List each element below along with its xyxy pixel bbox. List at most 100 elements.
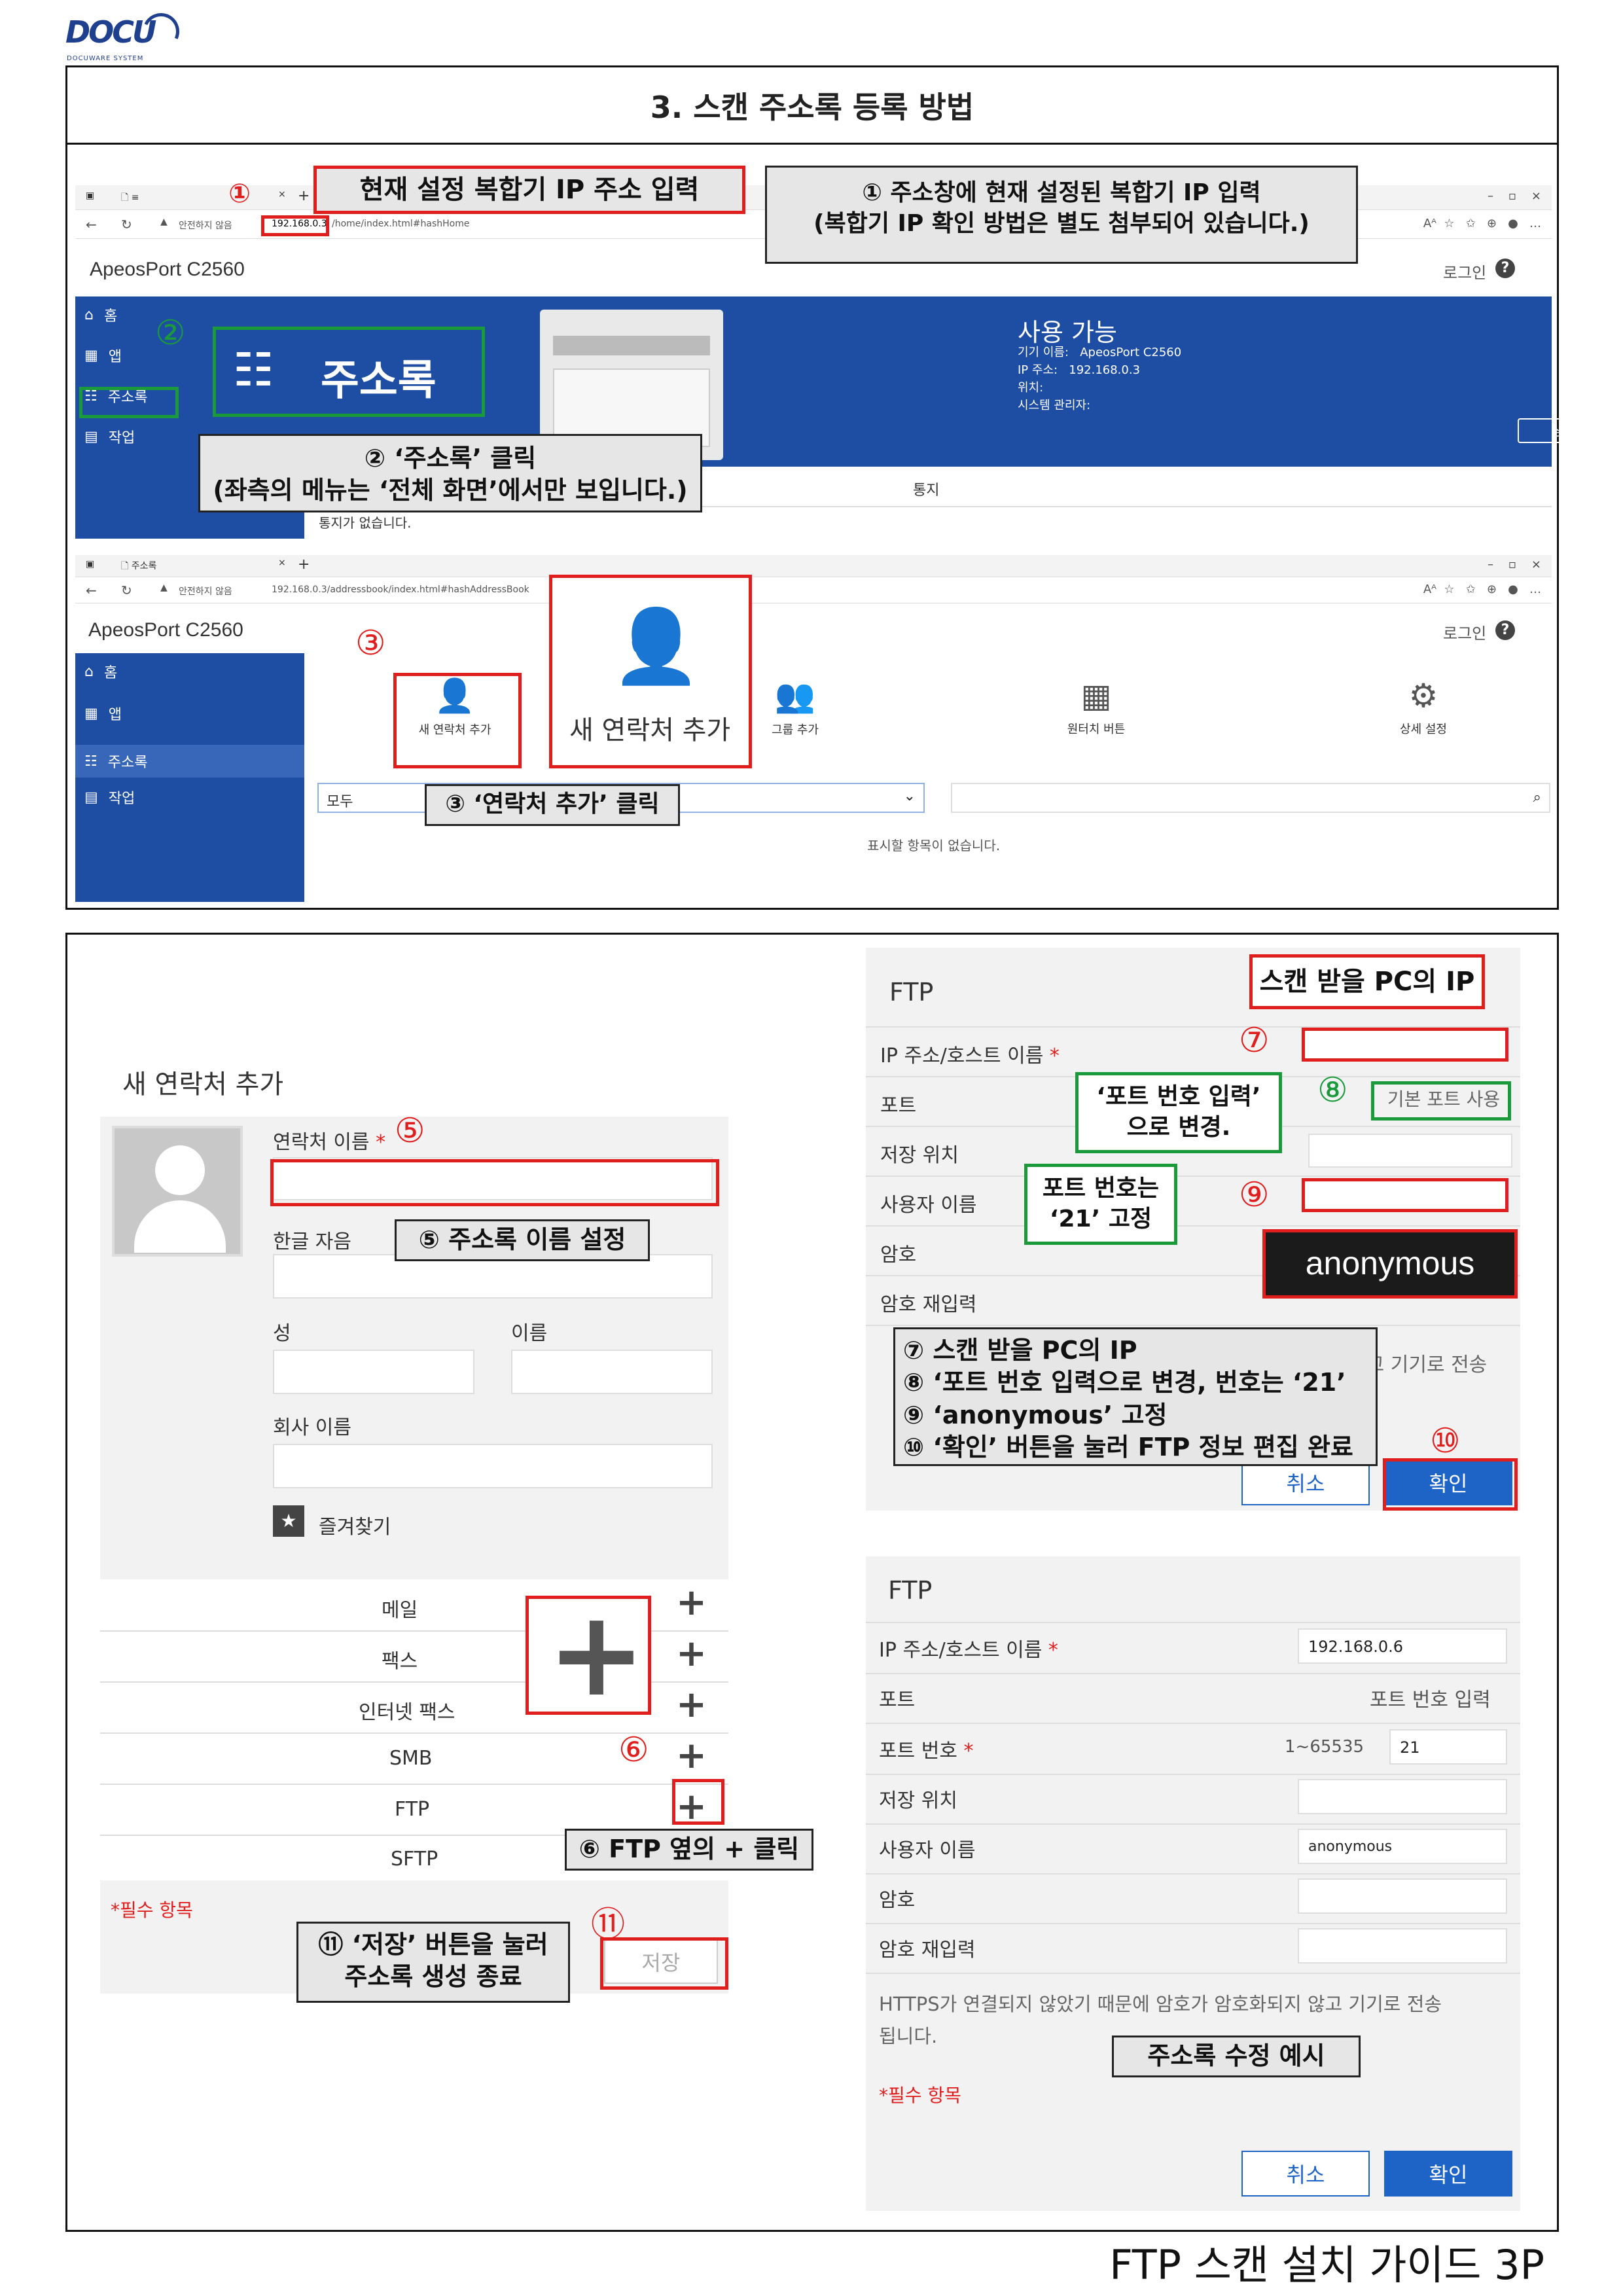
company-input[interactable]	[273, 1444, 713, 1488]
example-port-input[interactable]: 21	[1389, 1729, 1507, 1765]
app-title-2: ApeosPort C2560	[88, 619, 243, 641]
login-link-2[interactable]: 로그인	[1443, 620, 1486, 643]
ftp-port-label: 포트	[880, 1094, 917, 1117]
tab-close-icon[interactable]: ×	[278, 189, 286, 200]
annotation-confirm-highlight	[1383, 1458, 1518, 1511]
first-name-label: 이름	[511, 1322, 548, 1345]
docu-logo: DOCU DOCUWARE SYSTEM	[65, 8, 185, 64]
first-name-input[interactable]	[511, 1350, 713, 1394]
avatar	[112, 1126, 243, 1257]
favorite-toggle[interactable]: ★	[273, 1505, 304, 1537]
annotation-number-6: ⑥	[618, 1731, 649, 1770]
sidebar-item-jobs[interactable]: ▤ 작업	[84, 426, 135, 447]
example-location-input[interactable]	[1298, 1779, 1507, 1814]
example-port-mode[interactable]: 포트 번호 입력	[1370, 1683, 1491, 1712]
toolbar-group-add[interactable]: 👥 그룹 추가	[756, 677, 834, 738]
notice-empty: 통지가 없습니다.	[319, 515, 412, 531]
sidebar-item-home-2[interactable]: ⌂ 홈	[84, 661, 117, 682]
annotation-new-contact-zoom: 👤 새 연락처 추가	[549, 575, 752, 768]
example-password-label: 암호	[879, 1889, 916, 1912]
ftp-location-label: 저장 위치	[880, 1144, 959, 1167]
last-name-input[interactable]	[273, 1350, 474, 1394]
annotation-name-highlight	[270, 1159, 719, 1206]
example-port-label: 포트	[879, 1689, 916, 1712]
annotation-ftp-plus-highlight	[672, 1779, 724, 1825]
app-title: ApeosPort C2560	[90, 259, 245, 280]
address-path[interactable]: /home/index.html#hashHome	[332, 219, 469, 229]
annotation-note-9: 포트 번호는 ‘21’ 고정	[1024, 1164, 1177, 1245]
ftp-password-label: 암호	[880, 1244, 917, 1266]
annotation-scan-ip: 스캔 받을 PC의 IP	[1249, 954, 1485, 1009]
annotation-number-5: ⑤	[395, 1111, 425, 1151]
back-icon[interactable]: ←	[86, 217, 97, 232]
warning-icon-2: ▲	[160, 583, 168, 593]
jobs-icon: ▤	[84, 428, 98, 445]
example-user-input[interactable]: anonymous	[1298, 1829, 1507, 1864]
sidebar-item-addressbook-2[interactable]: ☷ 주소록	[75, 745, 304, 778]
annotation-default-port-highlight	[1371, 1081, 1511, 1121]
example-password-confirm-input[interactable]	[1298, 1928, 1507, 1964]
add-smb-icon[interactable]: +	[676, 1738, 707, 1774]
sidebar-item-home[interactable]: ⌂ 홈	[84, 304, 117, 325]
toolbar-detail-settings[interactable]: ⚙ 상세 설정	[1371, 677, 1476, 737]
tab-doc-icon: 🗋 ≡	[121, 192, 139, 203]
sidebar-item-apps[interactable]: ▦ 앱	[84, 345, 122, 366]
tab-label[interactable]: 🗋 주소록	[121, 559, 156, 575]
group-icon: 👥	[774, 677, 816, 715]
search-input[interactable]: ⌕	[951, 783, 1550, 813]
ftp-location-input[interactable]	[1308, 1134, 1512, 1168]
annotation-sidebar-highlight	[79, 387, 179, 418]
login-link[interactable]: 로그인	[1443, 260, 1486, 283]
ftp-cancel-button[interactable]: 취소	[1241, 1460, 1370, 1505]
browser-toolbar-icons[interactable]: Aᴬ ☆ ✩ ⊕ ● …	[1423, 217, 1541, 230]
annotation-number-1: ①	[228, 179, 251, 209]
annotation-number-7: ⑦	[1239, 1021, 1270, 1060]
example-ip-label: IP 주소/호스트 이름 *	[879, 1639, 1058, 1662]
bottom-sidebar: ⌂ 홈 ▦ 앱 ☷ 주소록 ▤ 작업	[75, 653, 304, 902]
status-details: 기기 이름: ApeosPort C2560 IP 주소: 192.168.0.…	[1018, 346, 1182, 412]
annotation-plus-zoom: +	[526, 1586, 651, 1723]
window-controls-2[interactable]: – ▫ ×	[1488, 558, 1541, 571]
apps-icon: ▦	[84, 347, 98, 364]
example-password-confirm-label: 암호 재입력	[879, 1939, 976, 1962]
hangul-label: 한글 자음	[273, 1230, 351, 1253]
logo-text: DOCU	[65, 14, 156, 50]
favorite-label: 즐겨찾기	[319, 1516, 391, 1539]
sidebar-item-jobs-2[interactable]: ▤ 작업	[84, 787, 135, 808]
example-port-number-label: 포트 번호 *	[879, 1740, 974, 1763]
annotation-ip-highlight	[261, 215, 329, 236]
example-ip-input[interactable]: 192.168.0.6	[1298, 1628, 1507, 1664]
window-controls[interactable]: – ▫ ×	[1488, 189, 1541, 203]
add-internet-fax-icon[interactable]: +	[676, 1687, 707, 1723]
ftp-ip-label: IP 주소/호스트 이름 *	[880, 1045, 1060, 1067]
required-note: *필수 항목	[111, 1899, 193, 1921]
sidebar-item-apps-2[interactable]: ▦ 앱	[84, 703, 122, 724]
status-title: 사용 가능	[1018, 318, 1117, 347]
address-url[interactable]: 192.168.0.3/addressbook/index.html#hashA…	[272, 584, 529, 595]
new-tab-icon[interactable]: +	[298, 188, 310, 204]
example-cancel-button[interactable]: 취소	[1241, 2151, 1370, 2197]
tab-close-icon-2[interactable]: ×	[278, 558, 286, 568]
ftp-user-label: 사용자 이름	[880, 1194, 977, 1217]
annotation-addressbook-zoom: ☷ 주소록	[213, 327, 485, 417]
detail-button[interactable]: 상세	[1518, 418, 1609, 443]
add-fax-icon[interactable]: +	[676, 1636, 707, 1672]
help-icon[interactable]: ?	[1495, 259, 1515, 278]
help-icon-2[interactable]: ?	[1495, 620, 1515, 640]
company-label: 회사 이름	[273, 1416, 351, 1439]
one-touch-icon: ▦	[1080, 677, 1112, 715]
new-tab-icon-2[interactable]: +	[298, 556, 310, 573]
footer-title: FTP 스캔 설치 가이드 3P	[1109, 2241, 1544, 2289]
example-port-range: 1~65535	[1285, 1737, 1364, 1757]
annotation-note-11: ⑪ ‘저장’ 버튼을 눌러 주소록 생성 종료	[296, 1922, 570, 2003]
add-mail-icon[interactable]: +	[676, 1585, 707, 1621]
add-person-zoom-icon: 👤	[611, 604, 701, 688]
example-confirm-button[interactable]: 확인	[1384, 2151, 1512, 2197]
reload-icon[interactable]: ↻	[121, 217, 132, 232]
bottom-browser: ▣ 🗋 주소록 × + – ▫ × ← ↻ ▲ 안전하지 않음 192.168.…	[75, 555, 1552, 902]
service-row-ftp: FTP +	[395, 1785, 707, 1828]
toolbar-one-touch[interactable]: ▦ 원터치 버튼	[1044, 677, 1149, 737]
example-password-input[interactable]	[1298, 1878, 1507, 1914]
section-title-text: 3. 스캔 주소록 등록 방법	[650, 89, 974, 125]
search-icon[interactable]: ⌕	[1533, 789, 1541, 806]
